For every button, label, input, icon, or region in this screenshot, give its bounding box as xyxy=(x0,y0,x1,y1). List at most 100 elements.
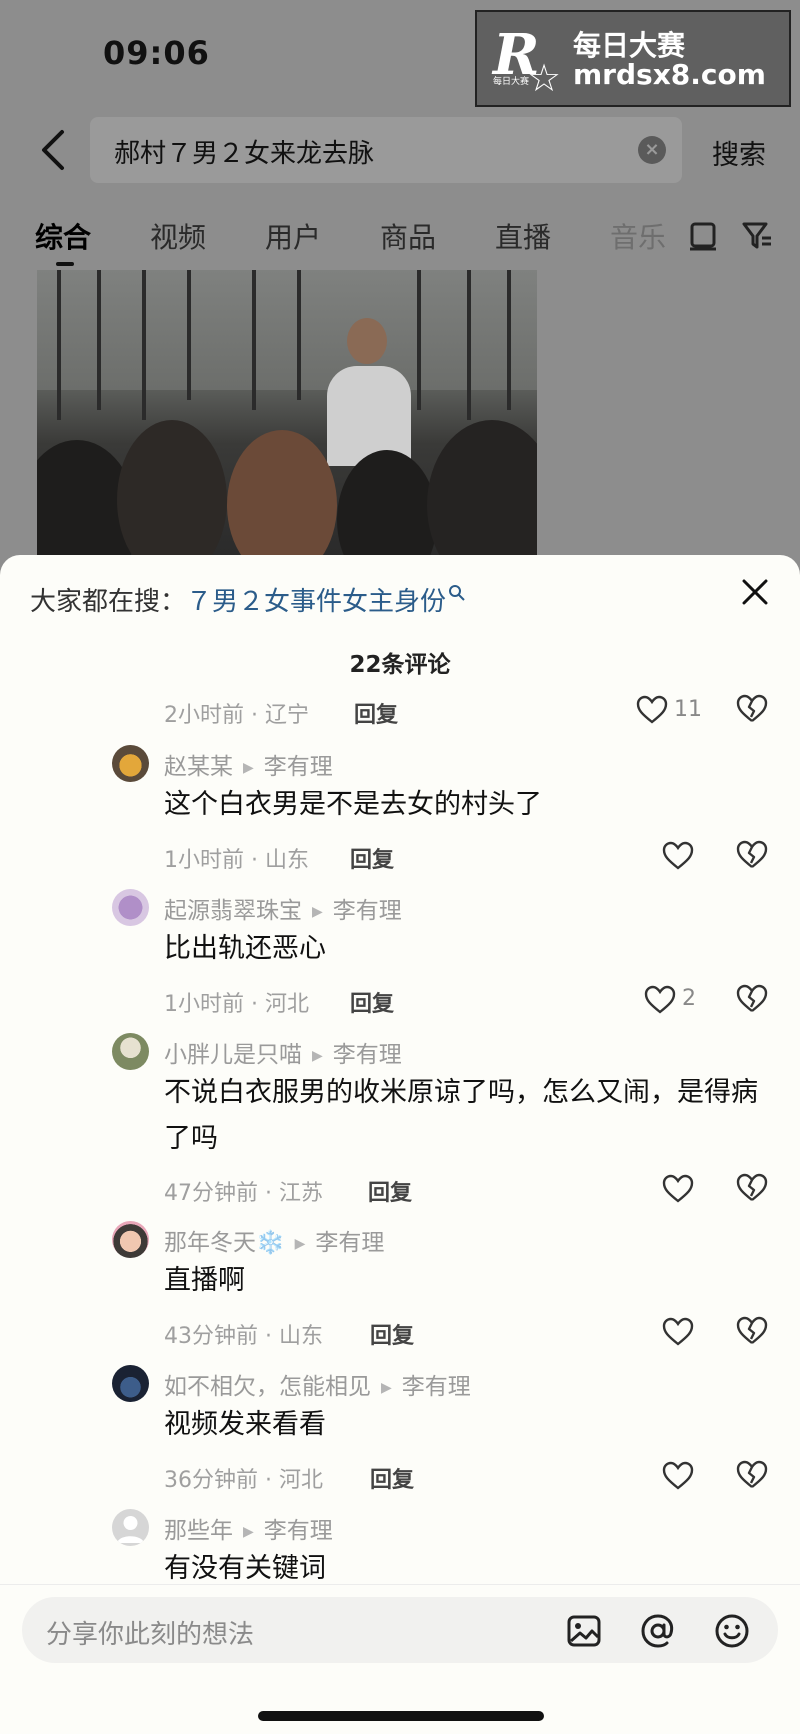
comment-time-location: 43分钟前 · 山东 xyxy=(164,1324,323,1349)
comment-time-location: 47分钟前 · 江苏 xyxy=(164,1181,323,1206)
reply-button[interactable]: 回复 xyxy=(368,1175,412,1207)
tab-users[interactable]: 用户 xyxy=(265,216,321,256)
person-head xyxy=(347,318,387,364)
comment-input-placeholder: 分享你此刻的想法 xyxy=(46,1620,255,1650)
avatar[interactable] xyxy=(112,1365,149,1402)
trending-search-link[interactable]: ７男２女事件女主身份 xyxy=(186,587,446,617)
tab-products[interactable]: 商品 xyxy=(380,216,436,256)
username[interactable]: 小胖儿是只喵 xyxy=(164,1042,302,1068)
comment-sheet: 大家都在搜：７男２女事件女主身份 22条评论 2小时前 · 辽宁 回复 11 赵… xyxy=(0,555,800,1734)
reply-button[interactable]: 回复 xyxy=(354,697,398,729)
emoji-icon[interactable] xyxy=(714,1613,750,1649)
search-icon xyxy=(449,585,465,601)
active-tab-indicator xyxy=(56,262,74,266)
comment-user-line: 起源翡翠珠宝 ▶ 李有理 xyxy=(164,891,402,925)
tree xyxy=(507,270,511,410)
comment-user-line: 赵某某 ▶ 李有理 xyxy=(164,747,333,781)
tree xyxy=(57,270,61,420)
username[interactable]: 起源翡翠珠宝 xyxy=(164,898,302,924)
comment-text: 不说白衣服男的收米原谅了吗，怎么又闹，是得病了吗 xyxy=(164,1077,758,1154)
home-indicator xyxy=(258,1711,544,1721)
comment-time-location: 36分钟前 · 河北 xyxy=(164,1468,323,1493)
broken-heart-icon[interactable] xyxy=(736,1172,768,1204)
comment-time-location: 1小时前 · 山东 xyxy=(164,848,309,873)
reply-button[interactable]: 回复 xyxy=(370,1318,414,1350)
reply-button[interactable]: 回复 xyxy=(350,986,394,1018)
comment-text: 直播啊 xyxy=(164,1265,245,1296)
tree xyxy=(417,270,421,410)
reply-arrow-icon: ▶ xyxy=(312,904,323,920)
crowd-figure xyxy=(117,420,227,560)
broken-heart-icon[interactable] xyxy=(736,839,768,871)
tab-video[interactable]: 视频 xyxy=(150,216,206,256)
comment-time-location: 1小时前 · 河北 xyxy=(164,992,309,1017)
comment-input[interactable]: 分享你此刻的想法 xyxy=(22,1597,778,1663)
reply-to-user[interactable]: 李有理 xyxy=(315,1230,384,1256)
username[interactable]: 那些年 xyxy=(164,1518,233,1544)
reply-to-user[interactable]: 李有理 xyxy=(264,754,333,780)
avatar[interactable] xyxy=(112,1033,149,1070)
comment-text: 视频发来看看 xyxy=(164,1409,326,1440)
filter-icon[interactable] xyxy=(740,218,774,252)
heart-icon[interactable] xyxy=(636,695,668,725)
username[interactable]: 那年冬天❄️ xyxy=(164,1230,285,1256)
heart-icon[interactable] xyxy=(662,1461,694,1491)
result-tabs: 综合 视频 用户 商品 直播 音乐 xyxy=(0,208,800,268)
search-button[interactable]: 搜索 xyxy=(712,133,766,172)
close-icon[interactable] xyxy=(740,577,770,607)
comment-user-line: 小胖儿是只喵 ▶ 李有理 xyxy=(164,1035,402,1069)
video-thumbnail[interactable] xyxy=(37,270,537,560)
comment-user-line: 如不相欠，怎能相见 ▶ 李有理 xyxy=(164,1367,471,1401)
status-time: 09:06 xyxy=(103,34,210,72)
username[interactable]: 赵某某 xyxy=(164,754,233,780)
comment-time-location: 2小时前 · 辽宁 xyxy=(164,703,309,728)
reply-arrow-icon: ▶ xyxy=(243,760,254,776)
broken-heart-icon[interactable] xyxy=(736,1315,768,1347)
layout-toggle-icon[interactable] xyxy=(686,218,720,252)
trending-prefix: 大家都在搜： xyxy=(30,587,187,617)
thumbnail-sky xyxy=(37,270,537,390)
reply-button[interactable]: 回复 xyxy=(350,842,394,874)
heart-icon[interactable] xyxy=(662,1174,694,1204)
heart-icon[interactable] xyxy=(662,841,694,871)
avatar[interactable] xyxy=(112,745,149,782)
heart-icon[interactable] xyxy=(662,1317,694,1347)
reply-arrow-icon: ▶ xyxy=(294,1236,306,1252)
reply-button[interactable]: 回复 xyxy=(370,1462,414,1494)
comment-input-bar: 分享你此刻的想法 xyxy=(0,1584,800,1734)
watermark-small-text: 每日大赛 xyxy=(493,77,530,87)
tree xyxy=(467,270,471,420)
username[interactable]: 如不相欠，怎能相见 xyxy=(164,1374,371,1400)
default-avatar-icon xyxy=(117,1516,144,1543)
search-results-page: 09:06 R ☆ 每日大赛 每日大赛 mrdsx8.com 郝村７男２女来龙去… xyxy=(0,0,800,600)
reply-to-user[interactable]: 李有理 xyxy=(402,1374,471,1400)
tree xyxy=(187,270,191,400)
search-input[interactable]: 郝村７男２女来龙去脉 × xyxy=(90,117,682,183)
like-count: 11 xyxy=(674,697,702,722)
star-icon: ☆ xyxy=(527,56,562,100)
broken-heart-icon[interactable] xyxy=(736,983,768,1015)
tree xyxy=(252,270,256,410)
heart-icon[interactable] xyxy=(644,985,676,1015)
broken-heart-icon[interactable] xyxy=(736,693,768,725)
reply-to-user[interactable]: 李有理 xyxy=(333,898,402,924)
reply-to-user[interactable]: 李有理 xyxy=(264,1518,333,1544)
mention-icon[interactable] xyxy=(640,1613,676,1649)
tab-live[interactable]: 直播 xyxy=(495,216,551,256)
tree xyxy=(297,270,301,400)
tab-music[interactable]: 音乐 xyxy=(610,216,666,256)
back-arrow-icon[interactable] xyxy=(36,128,70,172)
comment-user-line: 那年冬天❄️ ▶ 李有理 xyxy=(164,1223,384,1257)
avatar[interactable] xyxy=(112,1509,149,1546)
comment-user-line: 那些年 ▶ 李有理 xyxy=(164,1511,333,1545)
clear-icon[interactable]: × xyxy=(638,136,666,164)
tab-comprehensive[interactable]: 综合 xyxy=(35,216,91,256)
image-icon[interactable] xyxy=(566,1613,602,1649)
broken-heart-icon[interactable] xyxy=(736,1459,768,1491)
avatar[interactable] xyxy=(112,889,149,926)
watermark: R ☆ 每日大赛 每日大赛 mrdsx8.com xyxy=(475,10,791,107)
tree xyxy=(142,270,146,420)
avatar[interactable] xyxy=(112,1221,149,1258)
reply-to-user[interactable]: 李有理 xyxy=(333,1042,402,1068)
crowd-figure xyxy=(427,420,537,560)
